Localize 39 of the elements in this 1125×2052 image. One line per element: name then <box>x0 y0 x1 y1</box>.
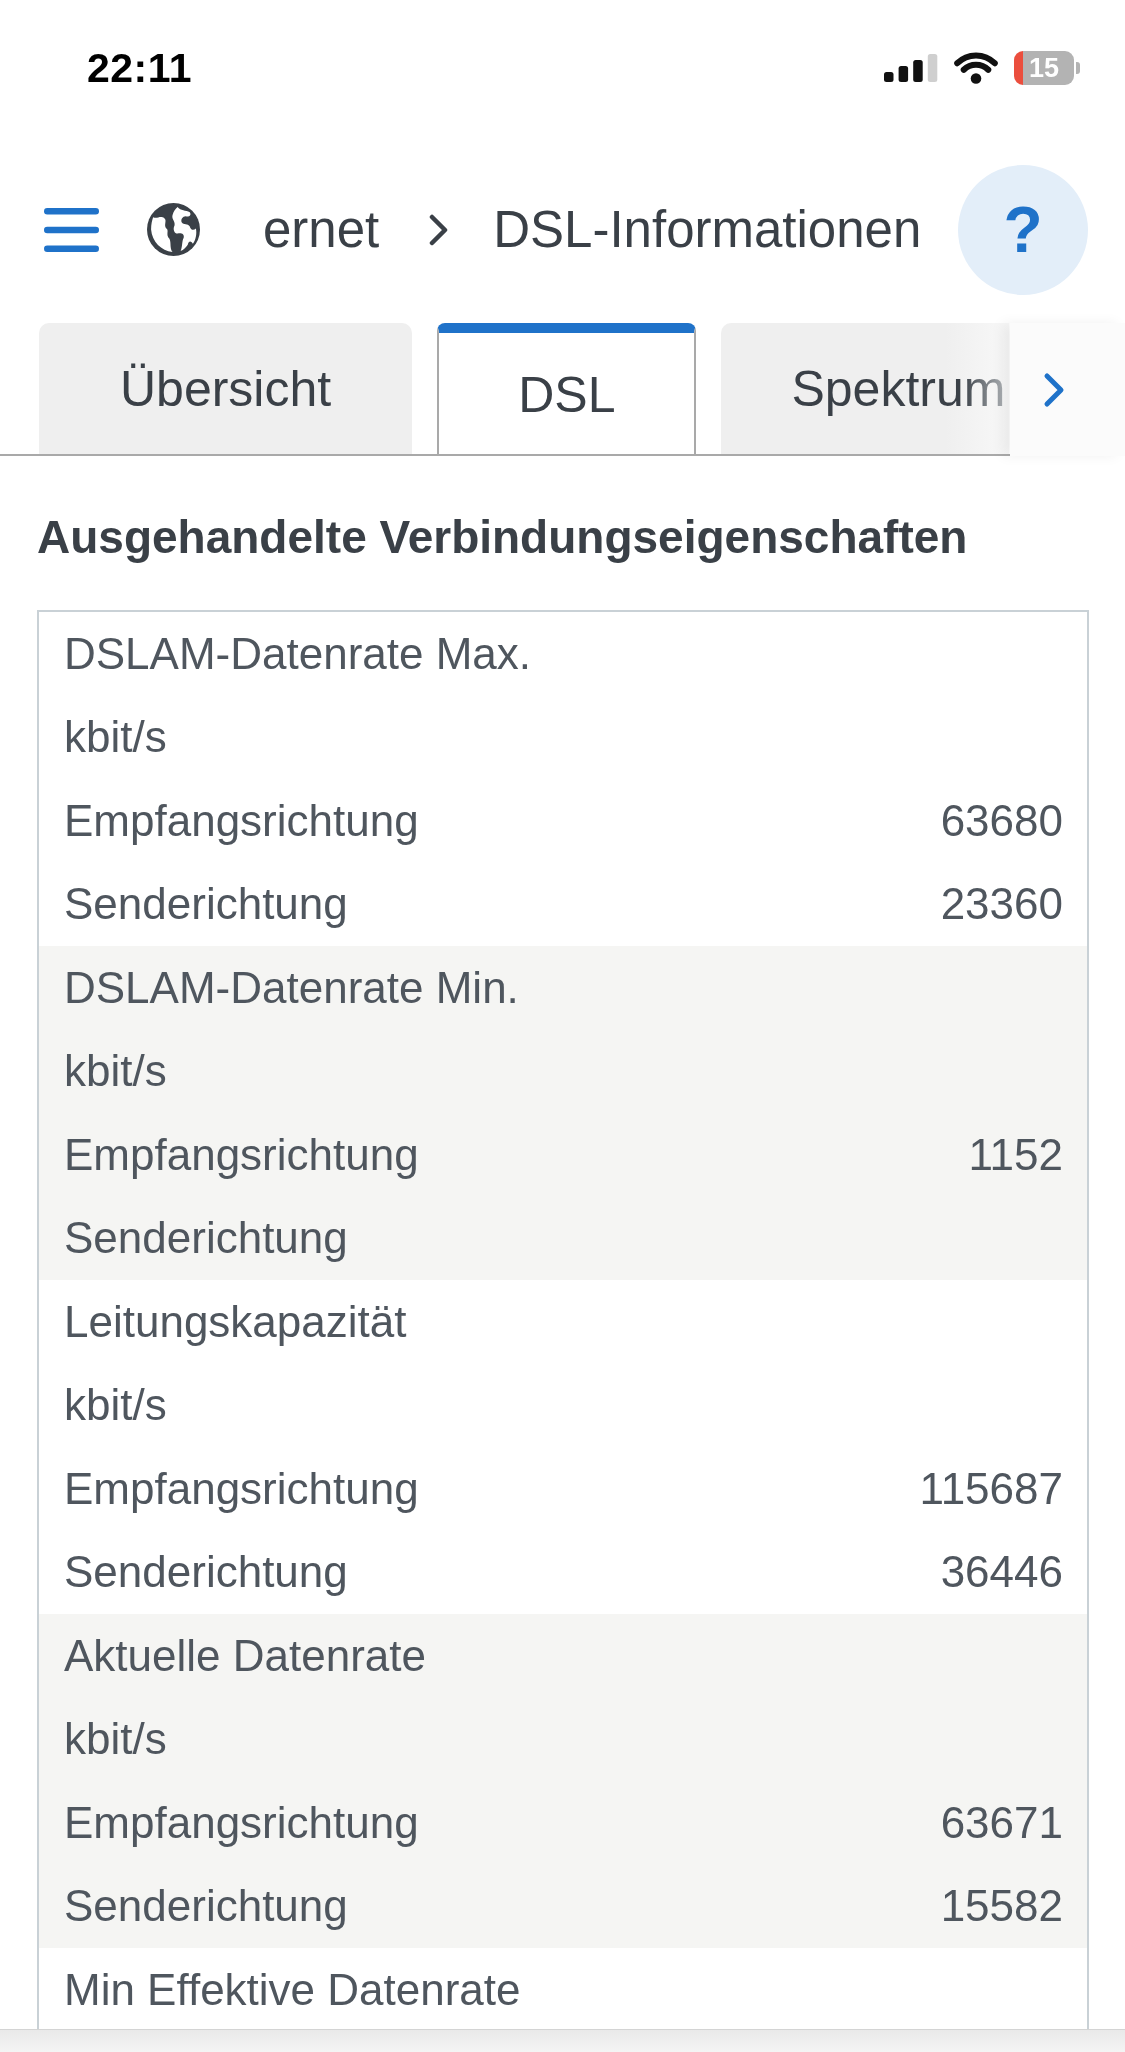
group-title: DSLAM-Datenrate Max. <box>64 628 532 679</box>
field-label: Senderichtung <box>64 1213 348 1264</box>
field-label: Empfangsrichtung <box>64 795 419 846</box>
unit-label: kbit/s <box>64 1046 167 1097</box>
section-heading: Ausgehandelte Verbindungseigenschaften <box>37 510 968 565</box>
tab[interactable]: DSL <box>437 323 697 454</box>
wifi-icon <box>954 52 998 84</box>
field-label: Senderichtung <box>64 1881 348 1932</box>
chevron-right-icon <box>429 213 450 246</box>
breadcrumb-current: DSL-Informationen <box>493 199 922 260</box>
chevron-right-icon <box>1043 371 1065 408</box>
group-title: DSLAM-Datenrate Min. <box>64 962 519 1013</box>
field-value: 63671 <box>940 1797 1063 1848</box>
group-title: Min Effektive Datenrate <box>64 1964 521 2015</box>
battery-percentage: 15 <box>1028 53 1059 83</box>
breadcrumb-link[interactable]: ernet <box>263 198 380 261</box>
globe-icon <box>147 203 200 256</box>
help-button[interactable]: ? <box>958 164 1088 295</box>
field-value: 15582 <box>940 1881 1063 1932</box>
tab[interactable]: Übersicht <box>39 323 413 454</box>
status-time: 22:11 <box>87 44 193 92</box>
field-label: Senderichtung <box>64 879 348 930</box>
group-title: Aktuelle Datenrate <box>64 1630 426 1681</box>
field-label: Empfangsrichtung <box>64 1463 419 1514</box>
unit-label: kbit/s <box>64 1714 167 1765</box>
field-label: Empfangsrichtung <box>64 1129 419 1180</box>
group-title: Leitungskapazität <box>64 1296 407 1347</box>
field-value: 63680 <box>940 795 1063 846</box>
field-value: 115687 <box>919 1463 1063 1514</box>
field-value: 23360 <box>940 879 1063 930</box>
tab[interactable]: Spektrum <box>721 323 1010 454</box>
menu-icon[interactable] <box>44 207 99 252</box>
unit-label: kbit/s <box>64 712 167 763</box>
field-label: Empfangsrichtung <box>64 1797 419 1848</box>
unit-label: kbit/s <box>64 1380 167 1431</box>
field-value: 1152 <box>968 1129 1063 1180</box>
signal-icon <box>884 54 938 82</box>
field-label: Senderichtung <box>64 1547 348 1598</box>
field-value: 36446 <box>940 1547 1063 1598</box>
